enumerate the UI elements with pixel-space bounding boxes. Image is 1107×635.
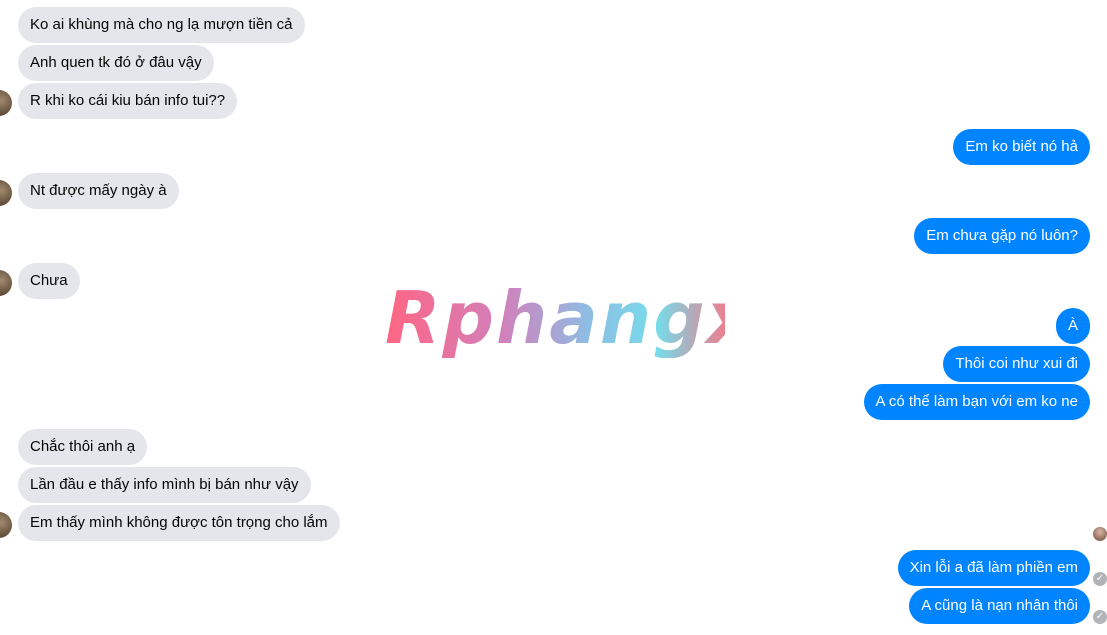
seen-avatar-icon bbox=[1093, 527, 1107, 541]
outgoing-message[interactable]: Thôi coi như xui đi bbox=[943, 346, 1090, 382]
incoming-message[interactable]: Em thấy mình không được tôn trọng cho lắ… bbox=[18, 505, 340, 541]
outgoing-message[interactable]: A cũng là nạn nhân thôi bbox=[909, 588, 1090, 624]
incoming-message[interactable]: Ko ai khùng mà cho ng lạ mượn tiền cả bbox=[18, 7, 305, 43]
check-circle-icon: ✓ bbox=[1093, 572, 1107, 586]
contact-avatar-icon[interactable] bbox=[0, 180, 12, 206]
outgoing-message[interactable]: À bbox=[1055, 308, 1090, 344]
incoming-message[interactable]: Anh quen tk đó ở đâu vậy bbox=[18, 45, 214, 81]
contact-avatar-icon[interactable] bbox=[0, 90, 12, 116]
contact-avatar-icon[interactable] bbox=[0, 512, 12, 538]
contact-avatar-icon[interactable] bbox=[0, 270, 12, 296]
check-circle-icon: ✓ bbox=[1093, 610, 1107, 624]
incoming-message[interactable]: Chưa bbox=[18, 263, 80, 299]
incoming-message[interactable]: Chắc thôi anh ạ bbox=[18, 429, 148, 465]
incoming-message[interactable]: Lần đầu e thấy info mình bị bán như vậy bbox=[18, 467, 311, 503]
outgoing-message[interactable]: Em ko biết nó hả bbox=[953, 129, 1090, 165]
incoming-message[interactable]: R khi ko cái kiu bán info tui?? bbox=[18, 83, 238, 119]
incoming-message[interactable]: Nt được mấy ngày à bbox=[18, 173, 179, 209]
outgoing-message[interactable]: Em chưa gặp nó luôn? bbox=[914, 218, 1090, 254]
watermark-logo: Rphangx bbox=[385, 276, 756, 360]
outgoing-message[interactable]: A có thể làm bạn với em ko ne bbox=[863, 384, 1090, 420]
outgoing-message[interactable]: Xin lỗi a đã làm phiền em bbox=[897, 550, 1090, 586]
